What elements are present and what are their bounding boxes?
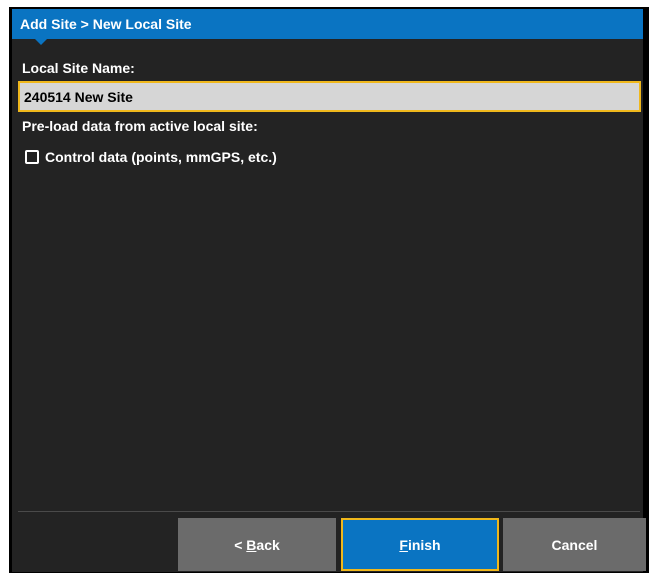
back-button-mnemonic: B [246,536,257,553]
finish-button[interactable]: Finish [341,518,499,571]
finish-button-label: inish [407,536,441,553]
back-button-label: ack [256,536,280,553]
back-button-prefix: < [234,536,247,553]
dialog-title: Add Site > New Local Site [12,9,643,39]
preload-label: Pre-load data from active local site: [22,118,258,134]
control-data-checkbox-row[interactable]: Control data (points, mmGPS, etc.) [25,149,277,165]
finish-button-mnemonic: F [399,536,408,553]
title-notch-icon [35,39,47,45]
control-data-label: Control data (points, mmGPS, etc.) [45,149,277,165]
site-name-label: Local Site Name: [22,60,135,76]
control-data-checkbox[interactable] [25,150,39,164]
cancel-button[interactable]: Cancel [503,518,646,571]
back-button[interactable]: < Back [178,518,336,571]
site-name-input[interactable] [18,81,641,112]
footer-divider [18,511,640,512]
cancel-button-label: Cancel [551,536,598,553]
